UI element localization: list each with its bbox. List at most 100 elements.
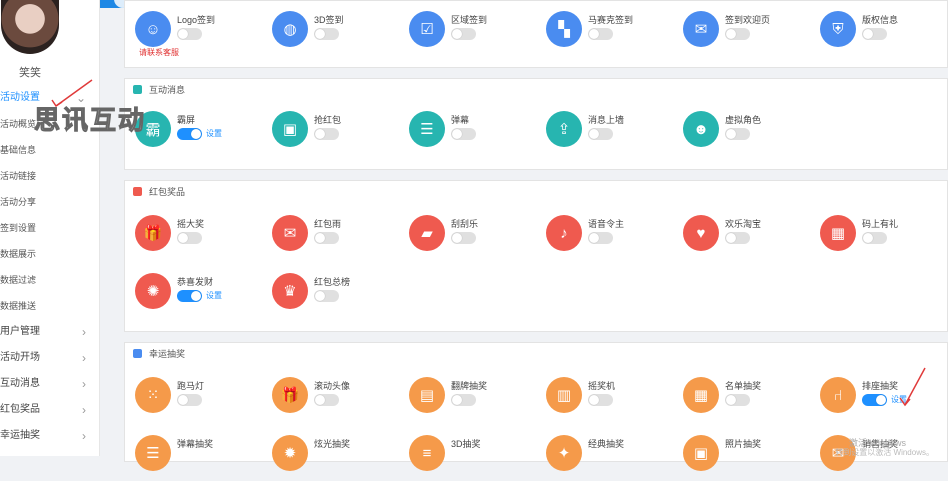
toggle-switch[interactable] [862,394,887,406]
feature-label: 区域签到 [451,15,488,25]
feature-label: 摇奖机 [588,381,616,391]
toggle-switch[interactable] [177,394,202,406]
chevron-right-icon: › [82,403,86,417]
feature-label: 排座抽奖 [862,381,899,391]
feature-redpack-rain: ✉ 红包雨 [272,215,402,261]
toggle-switch[interactable] [725,394,750,406]
sparkle-icon: ✹ [272,435,308,471]
chevron-right-icon: › [82,325,86,339]
document-icon: ▦ [683,377,719,413]
avatar[interactable] [1,0,59,54]
toggle-switch[interactable] [314,128,339,140]
chevron-right-icon: › [82,351,86,365]
toggle-switch[interactable] [177,232,202,244]
sidebar-item-label: 红包奖品 [0,404,40,415]
feature-3d-draw: ≡ 3D抽奖 [409,435,539,481]
screen-heart-icon: ♥ [683,215,719,251]
feature-label: 霸屏 [177,115,196,125]
toggle-switch[interactable] [725,28,750,40]
toggle-switch[interactable] [862,232,887,244]
feature-voice-command: ♪ 语音令主 [546,215,676,261]
sidebar-subitem-display[interactable]: 数据展示 [0,244,100,270]
dots-grid-icon: ⁙ [135,377,171,413]
toggle-switch[interactable] [177,28,202,40]
toggle-switch[interactable] [451,232,476,244]
feature-marquee: ⁙ 跑马灯 [135,377,265,423]
star-icon: ✦ [546,435,582,471]
feature-label: 摇大奖 [177,219,205,229]
sidebar-item-lottery[interactable]: 幸运抽奖 › [0,426,100,452]
qrcode-icon: ▦ [820,215,856,251]
feature-label: 弹幕抽奖 [177,439,214,449]
feature-redpack-rank: ♛ 红包总榜 [272,273,402,319]
sidebar: 笑笑 活动设置 ⌄ 活动概览 基础信息 活动链接 活动分享 签到设置 数据展示 数… [0,0,100,456]
feature-label: 马赛克签到 [588,15,634,25]
feature-grab-redpack: ▣ 抢红包 [272,111,402,157]
sidebar-item-opening[interactable]: 活动开场 › [0,348,100,374]
sidebar-item-messages[interactable]: 互动消息 › [0,374,100,400]
trophy-icon: ♛ [272,273,308,309]
section-title: 红包奖品 [125,181,947,203]
microphone-icon: ♪ [546,215,582,251]
settings-link[interactable]: 设置 [206,290,222,301]
feature-rolling-avatar: 🎁 滚动头像 [272,377,402,423]
toggle-switch[interactable] [588,232,613,244]
sidebar-subitem-filter[interactable]: 数据过滤 [0,270,100,296]
feature-scratch: ▰ 刮刮乐 [409,215,539,261]
sidebar-item-redpack[interactable]: 红包奖品 › [0,400,100,426]
feature-label: 炫光抽奖 [314,439,351,449]
sidebar-subitem-basic-info[interactable]: 基础信息 [0,140,100,166]
feature-label: 名单抽奖 [725,381,762,391]
toggle-switch[interactable] [314,232,339,244]
settings-link[interactable]: 设置 [891,394,907,405]
toggle-switch[interactable] [588,128,613,140]
panel-redpack: 红包奖品 🎁 摇大奖 ✉ 红包雨 ▰ 刮刮乐 ♪ 语音令主 ♥ 欢乐淘宝 ▦ 码… [124,180,948,332]
sidebar-subitem-share[interactable]: 活动分享 [0,192,100,218]
panel-signin: ☺ Logo签到 请联系客服 ◍ 3D签到 ☑ 区域签到 ▚ 马赛克签到 ✉ 签… [124,0,948,68]
feature-shake-prize: 🎁 摇大奖 [135,215,265,261]
feature-label: 抢红包 [314,115,342,125]
toggle-switch[interactable] [588,394,613,406]
feature-label: Logo签到 [177,15,216,25]
toggle-switch[interactable] [588,28,613,40]
feature-label: 红包总榜 [314,277,351,287]
sidebar-subitem-signin[interactable]: 签到设置 [0,218,100,244]
toggle-switch[interactable] [314,290,339,302]
toggle-switch[interactable] [862,28,887,40]
upload-screen-icon: ⇪ [546,111,582,147]
toggle-switch[interactable] [314,28,339,40]
section-title-text: 互动消息 [149,85,186,95]
feature-label: 经典抽奖 [588,439,625,449]
redpack-icon: ▣ [272,111,308,147]
chat-bubble-icon: ✉ [683,11,719,47]
sidebar-subitem-push[interactable]: 数据推送 [0,296,100,322]
sidebar-item-users[interactable]: 用户管理 › [0,322,100,348]
windows-activation-hint: 转到设置以激活 Windows。 [835,448,934,457]
robot-icon: ☺ [135,11,171,47]
feature-classic-draw: ✦ 经典抽奖 [546,435,676,481]
layers-icon: ≡ [409,435,445,471]
toggle-switch[interactable] [314,394,339,406]
toggle-switch[interactable] [725,128,750,140]
toggle-switch[interactable] [725,232,750,244]
feature-flip-card: ▤ 翻牌抽奖 [409,377,539,423]
settings-link[interactable]: 设置 [206,128,222,139]
mosaic-icon: ▚ [546,11,582,47]
feature-danmu-draw: ☰ 弹幕抽奖 [135,435,265,481]
sidebar-menu: 活动设置 ⌄ 活动概览 基础信息 活动链接 活动分享 签到设置 数据展示 数据过滤… [0,88,100,452]
toggle-switch[interactable] [177,128,202,140]
panel-lottery: 幸运抽奖 ⁙ 跑马灯 🎁 滚动头像 ▤ 翻牌抽奖 ▥ 摇奖机 ▦ 名单抽奖 ⑁ … [124,342,948,471]
sidebar-item-label: 互动消息 [0,378,40,389]
slot-machine-icon: ▥ [546,377,582,413]
message-icon [133,85,142,94]
planet-icon: ◍ [272,11,308,47]
toggle-switch[interactable] [451,28,476,40]
sidebar-subitem-links[interactable]: 活动链接 [0,166,100,192]
ticket-icon: ▰ [409,215,445,251]
feature-label: 滚动头像 [314,381,351,391]
section-title-text: 红包奖品 [149,187,186,197]
toggle-switch[interactable] [451,128,476,140]
toggle-switch[interactable] [451,394,476,406]
feature-label: 跑马灯 [177,381,205,391]
toggle-switch[interactable] [177,290,202,302]
